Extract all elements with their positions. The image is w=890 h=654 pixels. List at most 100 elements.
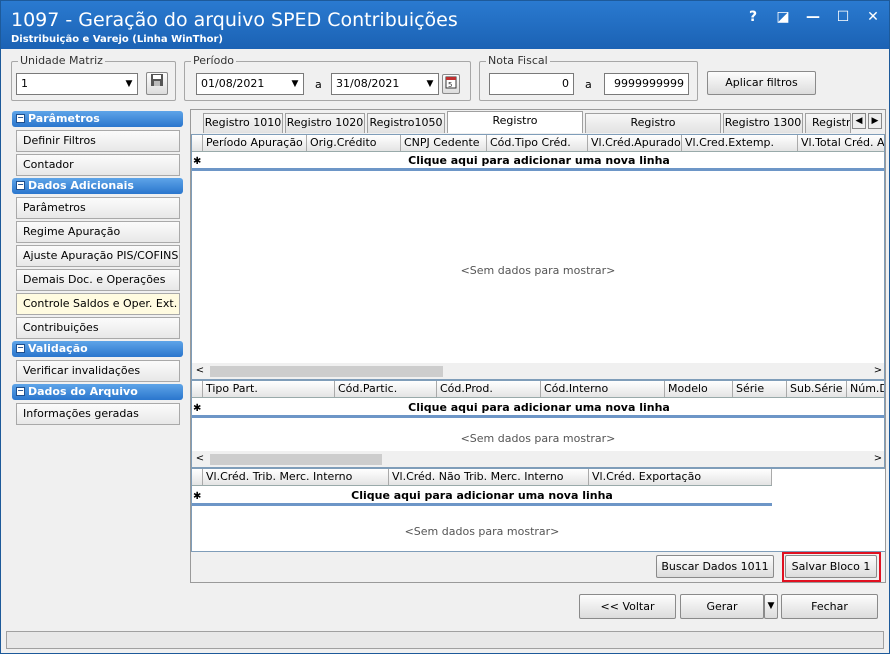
tab-registro-1200[interactable]: Registro 1200/1210/1220 [585, 113, 721, 147]
unidade-matriz-group: Unidade Matriz 1 ▼ [11, 54, 176, 101]
tab-registro-more[interactable]: Registro [805, 113, 851, 133]
section-dados-arquivo[interactable]: − Dados do Arquivo [12, 384, 183, 400]
sidebar-item-controle-saldos[interactable]: Controle Saldos e Oper. Ext. [16, 293, 180, 315]
calendar-icon[interactable]: 5 [442, 74, 460, 94]
column-header[interactable]: Vl.Créd.Apurado [588, 135, 682, 151]
restore-icon[interactable]: ◪ [775, 9, 791, 25]
add-row[interactable]: ✱ Clique aqui para adicionar uma nova li… [192, 153, 884, 171]
add-row[interactable]: ✱ Clique aqui para adicionar uma nova li… [192, 400, 884, 418]
sidebar: − Parâmetros Definir Filtros Contador − Da… [12, 109, 185, 549]
grid-registro-1100[interactable]: Período Apuração Orig.Crédito CNPJ Ceden… [191, 134, 885, 380]
grid-header: Vl.Créd. Trib. Merc. Interno Vl.Créd. Nã… [192, 469, 772, 486]
close-icon[interactable]: ✕ [865, 9, 881, 25]
scrollbar-thumb[interactable] [210, 454, 382, 465]
add-row-label: Clique aqui para adicionar uma nova linh… [408, 401, 670, 414]
aplicar-filtros-button[interactable]: Aplicar filtros [707, 71, 816, 95]
periodo-group: Período 01/08/2021 ▼ a 31/08/2021 ▼ 5 [184, 54, 471, 101]
sidebar-item-verificar-invalidacoes[interactable]: Verificar invalidações [16, 360, 180, 382]
column-header[interactable]: Vl.Total Créd. Ap [798, 135, 884, 151]
add-row[interactable]: ✱ Clique aqui para adicionar uma nova li… [192, 488, 772, 506]
nota-inicio-field[interactable]: 0 [489, 73, 574, 95]
sidebar-item-definir-filtros[interactable]: Definir Filtros [16, 130, 180, 152]
sidebar-item-ajuste-apuracao[interactable]: Ajuste Apuração PIS/COFINS [16, 245, 180, 267]
horizontal-scrollbar[interactable]: < > [192, 451, 884, 467]
save-icon[interactable] [146, 72, 168, 95]
tab-registro-1020[interactable]: Registro 1020 [285, 113, 365, 133]
help-icon[interactable]: ? [745, 9, 761, 25]
sidebar-item-contribuicoes-previdenciarias[interactable]: Contribuições Previdenciárias [16, 317, 180, 354]
unidade-matriz-value: 1 [21, 77, 28, 90]
nota-separator: a [585, 78, 592, 91]
chevron-down-icon[interactable]: ▼ [287, 74, 303, 94]
chevron-left-icon[interactable]: < [192, 451, 208, 467]
nota-fim-field[interactable]: 9999999999 [604, 73, 689, 95]
fechar-button[interactable]: Fechar [781, 594, 878, 619]
column-header[interactable]: Vl.Créd. Exportação [589, 469, 772, 485]
sidebar-item-regime-apuracao[interactable]: Regime Apuração [16, 221, 180, 243]
collapse-icon[interactable]: − [16, 344, 25, 353]
column-header[interactable]: Cód.Interno [541, 381, 665, 397]
periodo-label: Período [191, 54, 237, 67]
column-header[interactable]: Orig.Crédito [307, 135, 401, 151]
periodo-fim-field[interactable]: 31/08/2021 ▼ [331, 73, 439, 95]
chevron-down-icon[interactable]: ▼ [764, 594, 778, 619]
column-header[interactable]: Vl.Créd. Trib. Merc. Interno [203, 469, 389, 485]
section-title: Parâmetros [28, 112, 100, 125]
column-header[interactable]: Vl.Créd. Não Trib. Merc. Interno [389, 469, 589, 485]
column-header[interactable]: Modelo [665, 381, 733, 397]
chevron-down-icon[interactable]: ▼ [121, 74, 137, 94]
periodo-inicio-value: 01/08/2021 [201, 77, 265, 90]
chevron-right-icon[interactable]: ▶ [868, 113, 882, 129]
column-header[interactable]: Período Apuração [203, 135, 307, 151]
grid-creditos[interactable]: Vl.Créd. Trib. Merc. Interno Vl.Créd. Nã… [191, 468, 885, 552]
window-subtitle: Distribuição e Varejo (Linha WinThor) [11, 34, 223, 45]
section-validacao[interactable]: − Validação [12, 341, 183, 357]
nota-fiscal-group: Nota Fiscal 0 a 9999999999 [479, 54, 698, 101]
chevron-left-icon[interactable]: < [192, 363, 208, 379]
column-header[interactable]: Cód.Partic. [335, 381, 437, 397]
section-parametros[interactable]: − Parâmetros [12, 111, 183, 127]
unidade-matriz-select[interactable]: 1 ▼ [16, 73, 138, 95]
voltar-button[interactable]: << Voltar [579, 594, 676, 619]
section-title: Dados Adicionais [28, 179, 134, 192]
chevron-left-icon[interactable]: ◀ [852, 113, 866, 129]
empty-message: <Sem dados para mostrar> [460, 432, 616, 445]
column-header[interactable]: Núm.Do [847, 381, 884, 397]
svg-text:5: 5 [448, 81, 452, 89]
sidebar-item-contador[interactable]: Contador [16, 154, 180, 176]
highlight-box [782, 552, 881, 582]
column-header[interactable]: Série [733, 381, 787, 397]
column-header[interactable]: CNPJ Cedente [401, 135, 487, 151]
collapse-icon[interactable]: − [16, 181, 25, 190]
tab-registro-1050[interactable]: Registro1050 [367, 113, 445, 133]
grid-header: Tipo Part. Cód.Partic. Cód.Prod. Cód.Int… [192, 381, 884, 398]
section-title: Dados do Arquivo [28, 385, 138, 398]
column-header[interactable]: Cód.Tipo Créd. [487, 135, 588, 151]
chevron-down-icon[interactable]: ▼ [422, 74, 438, 94]
maximize-icon[interactable]: ☐ [835, 9, 851, 25]
sidebar-item-parametros[interactable]: Parâmetros [16, 197, 180, 219]
tab-registro-1010[interactable]: Registro 1010 [203, 113, 283, 133]
column-header[interactable]: Tipo Part. [203, 381, 335, 397]
tab-registro-1300[interactable]: Registro 1300 [723, 113, 803, 133]
buscar-dados-button[interactable]: Buscar Dados 1011 [656, 555, 774, 578]
gerar-button[interactable]: Gerar [680, 594, 764, 619]
section-dados-adicionais[interactable]: − Dados Adicionais [12, 178, 183, 194]
tab-registro-1100[interactable]: Registro 1100/1101/1102 [447, 111, 583, 145]
sidebar-item-informacoes-geradas[interactable]: Informações geradas [16, 403, 180, 425]
chevron-right-icon[interactable]: > [870, 451, 884, 467]
sidebar-item-demais-doc[interactable]: Demais Doc. e Operações [16, 269, 180, 291]
periodo-inicio-field[interactable]: 01/08/2021 ▼ [196, 73, 304, 95]
minimize-icon[interactable]: — [805, 9, 821, 25]
add-row-label: Clique aqui para adicionar uma nova linh… [408, 154, 670, 167]
column-header[interactable]: Sub.Série [787, 381, 847, 397]
column-header[interactable]: Cód.Prod. [437, 381, 541, 397]
collapse-icon[interactable]: − [16, 387, 25, 396]
column-header[interactable]: Vl.Cred.Extemp. [682, 135, 798, 151]
section-title: Validação [28, 342, 88, 355]
chevron-right-icon[interactable]: > [870, 363, 884, 379]
grid-participantes[interactable]: Tipo Part. Cód.Partic. Cód.Prod. Cód.Int… [191, 380, 885, 468]
collapse-icon[interactable]: − [16, 114, 25, 123]
horizontal-scrollbar[interactable]: < > [192, 363, 884, 379]
scrollbar-thumb[interactable] [210, 366, 443, 377]
